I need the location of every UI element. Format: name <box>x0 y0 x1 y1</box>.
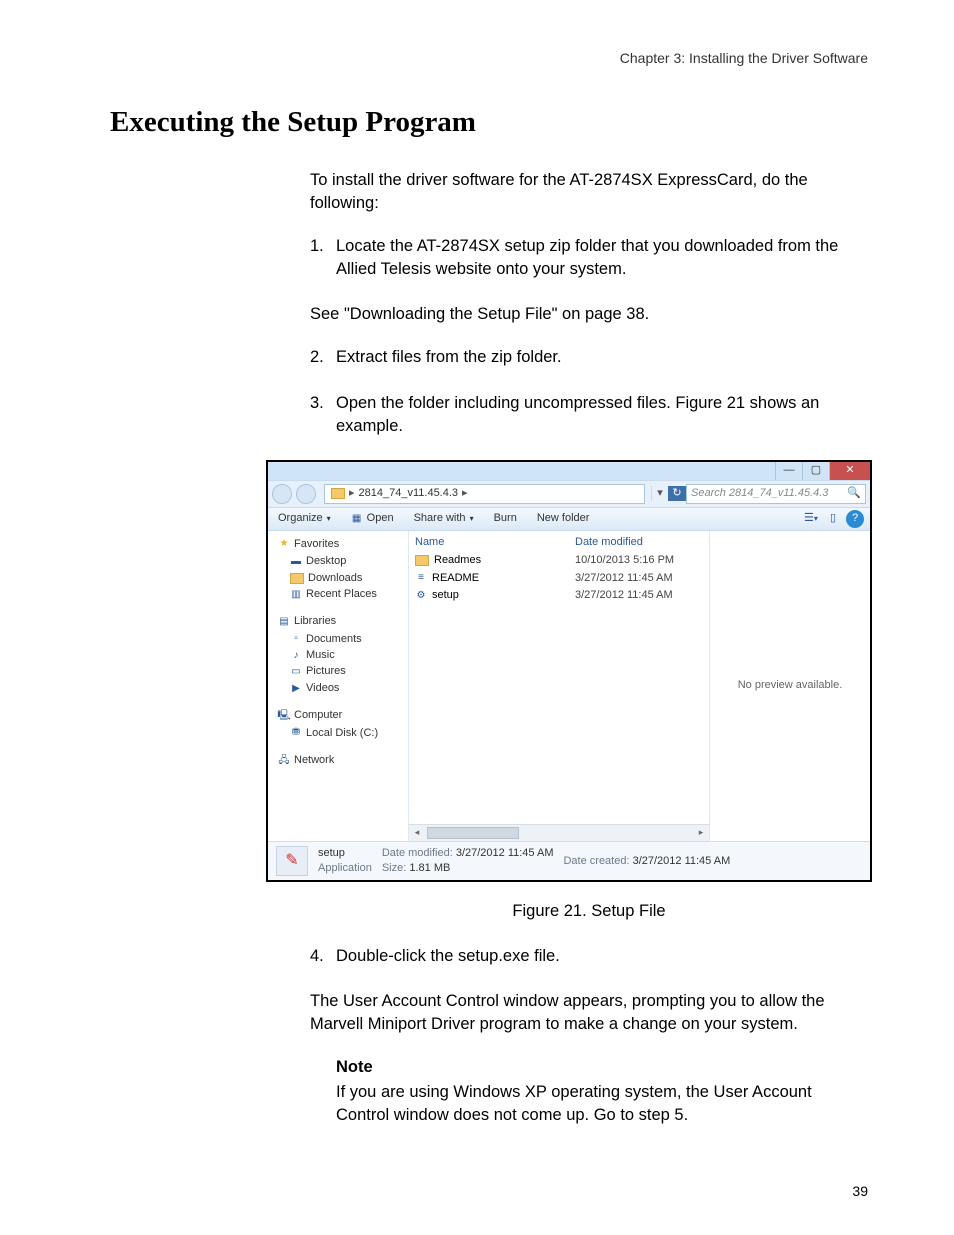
file-row[interactable]: ≡README 3/27/2012 11:45 AM <box>409 570 709 587</box>
refresh-button[interactable]: ↻ <box>668 486 686 501</box>
step-note: See "Downloading the Setup File" on page… <box>310 303 868 326</box>
titlebar: — ▢ ✕ <box>268 462 870 480</box>
file-list: Name Date modified Readmes 10/10/2013 5:… <box>409 531 709 841</box>
nav-downloads[interactable]: Downloads <box>290 571 408 586</box>
videos-icon: ▶ <box>290 683 302 695</box>
new-folder-button[interactable]: New folder <box>527 511 600 526</box>
preview-pane: No preview available. <box>709 531 870 841</box>
file-thumbnail: ✎ <box>276 846 308 876</box>
application-icon: ⚙ <box>415 590 427 602</box>
file-row[interactable]: ⚙setup 3/27/2012 11:45 AM <box>409 587 709 604</box>
note-body: If you are using Windows XP operating sy… <box>336 1081 868 1127</box>
address-bar[interactable]: ▸ 2814_74_v11.45.4.3 ▸ <box>324 484 645 504</box>
folder-icon <box>331 488 345 499</box>
intro-text: To install the driver software for the A… <box>310 169 868 215</box>
step-text: Double-click the setup.exe file. <box>336 945 560 968</box>
nav-libraries[interactable]: ▤Libraries <box>278 614 408 629</box>
desktop-icon: ▬ <box>290 556 302 568</box>
help-button[interactable]: ? <box>846 510 864 528</box>
step-number: 3. <box>310 392 336 438</box>
note-title: Note <box>336 1056 868 1079</box>
chevron-right-icon: ▸ <box>462 486 468 501</box>
document-icon: ≡ <box>415 572 427 584</box>
chevron-right-icon: ▸ <box>349 486 355 501</box>
music-icon: ♪ <box>290 650 302 662</box>
scroll-right-icon: ▸ <box>693 826 709 839</box>
nav-music[interactable]: ♪Music <box>290 648 408 663</box>
documents-icon: ▫ <box>290 633 302 645</box>
step-number: 1. <box>310 235 336 281</box>
network-icon: 🖧 <box>278 755 290 767</box>
drive-icon: ⛃ <box>290 727 302 739</box>
details-type: Application <box>318 861 372 875</box>
nav-recent[interactable]: ▥Recent Places <box>290 587 408 602</box>
minimize-button[interactable]: — <box>775 462 802 480</box>
close-button[interactable]: ✕ <box>829 462 870 480</box>
scroll-thumb[interactable] <box>427 827 519 839</box>
nav-favorites[interactable]: ★Favorites <box>278 537 408 552</box>
scroll-left-icon: ◂ <box>409 826 425 839</box>
nav-network[interactable]: 🖧Network <box>278 753 408 768</box>
forward-button[interactable] <box>296 484 316 504</box>
step-text: Locate the AT-2874SX setup zip folder th… <box>336 235 868 281</box>
search-icon: 🔍 <box>847 486 861 501</box>
preview-pane-button[interactable]: ▯ <box>822 511 844 526</box>
page-number: 39 <box>852 1183 868 1199</box>
libraries-icon: ▤ <box>278 616 290 628</box>
nav-computer[interactable]: 🖳Computer <box>278 708 408 723</box>
history-dropdown[interactable]: ▾ <box>651 486 668 501</box>
command-bar: Organize▾ ▦Open Share with▾ Burn New fol… <box>268 508 870 531</box>
star-icon: ★ <box>278 538 290 550</box>
nav-videos[interactable]: ▶Videos <box>290 681 408 696</box>
organize-menu[interactable]: Organize▾ <box>268 511 341 526</box>
nav-localdisk[interactable]: ⛃Local Disk (C:) <box>290 726 408 741</box>
nav-desktop[interactable]: ▬Desktop <box>290 554 408 569</box>
details-name: setup <box>318 846 372 860</box>
figure-caption: Figure 21. Setup File <box>310 900 868 923</box>
share-menu[interactable]: Share with▾ <box>404 511 484 526</box>
maximize-button[interactable]: ▢ <box>802 462 829 480</box>
nav-documents[interactable]: ▫Documents <box>290 632 408 647</box>
step-number: 4. <box>310 945 336 968</box>
step-text: Open the folder including uncompressed f… <box>336 392 868 438</box>
open-icon: ▦ <box>351 513 363 525</box>
nav-pictures[interactable]: ▭Pictures <box>290 664 408 679</box>
section-title: Executing the Setup Program <box>110 106 868 139</box>
path-segment: 2814_74_v11.45.4.3 <box>359 486 459 501</box>
col-name[interactable]: Name <box>409 535 575 550</box>
details-pane: ✎ setup Application Date modified: 3/27/… <box>268 841 870 880</box>
page-header: Chapter 3: Installing the Driver Softwar… <box>110 50 868 66</box>
computer-icon: 🖳 <box>278 710 290 722</box>
recent-icon: ▥ <box>290 589 302 601</box>
open-button[interactable]: ▦Open <box>341 511 404 526</box>
chevron-down-icon: ▾ <box>327 513 331 524</box>
file-row[interactable]: Readmes 10/10/2013 5:16 PM <box>409 552 709 569</box>
back-button[interactable] <box>272 484 292 504</box>
step-number: 2. <box>310 346 336 369</box>
burn-button[interactable]: Burn <box>484 511 527 526</box>
view-menu[interactable]: ☰▾ <box>800 511 822 526</box>
step-text: The User Account Control window appears,… <box>310 990 868 1036</box>
chevron-down-icon: ▾ <box>470 513 474 524</box>
search-input[interactable]: Search 2814_74_v11.45.4.3 🔍 <box>686 484 866 504</box>
col-date[interactable]: Date modified <box>575 535 695 550</box>
h-scrollbar[interactable]: ◂ ▸ <box>409 824 709 841</box>
folder-icon <box>415 555 429 566</box>
nav-pane: ★Favorites ▬Desktop Downloads ▥Recent Pl… <box>268 531 409 841</box>
step-text: Extract files from the zip folder. <box>336 346 562 369</box>
pictures-icon: ▭ <box>290 666 302 678</box>
folder-icon <box>290 573 304 584</box>
explorer-window: — ▢ ✕ ▸ 2814_74_v11.45.4.3 ▸ ▾ ↻ Search … <box>266 460 872 882</box>
